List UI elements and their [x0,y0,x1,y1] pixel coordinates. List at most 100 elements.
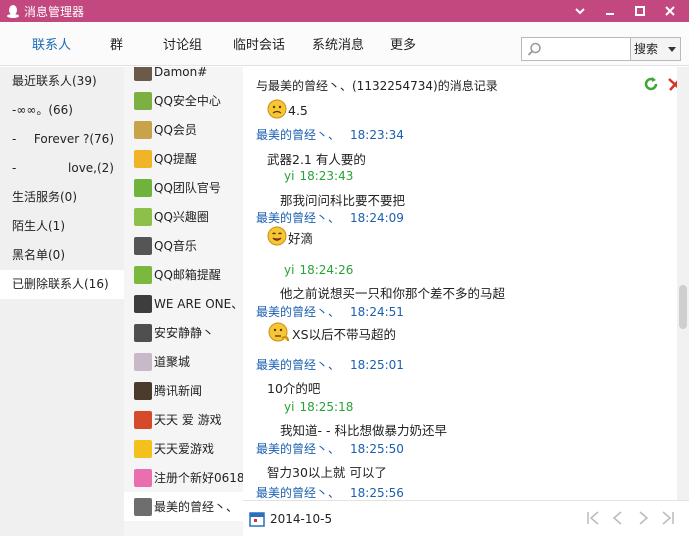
avatar [134,207,152,226]
contact-item[interactable]: 天天 爱 游戏 [124,405,243,434]
contact-item[interactable]: 道聚城 [124,347,243,376]
tab-discussions[interactable]: 讨论组 [163,22,202,66]
contact-name: 天天 爱 游戏 [154,413,222,427]
message-time: 18:24:51 [350,305,404,319]
contact-item[interactable]: 天天爱游戏 [124,434,243,463]
contact-name: Damon# [154,67,208,79]
avatar [134,236,152,255]
tab-temp-sessions[interactable]: 临时会话 [233,22,285,66]
avatar [134,381,152,400]
message-sender-header: 最美的曾经丶、 18:25:50 [256,440,404,457]
search-dropdown-button[interactable]: 搜索 [631,37,681,61]
message-body: 智力30以上就 可以了 [267,465,387,480]
think-emoji-icon [267,320,291,347]
category-group-2[interactable]: - Forever ?(76) [0,125,124,154]
message-body: 10介的吧 [267,381,321,396]
message-time: 18:25:18 [299,400,354,414]
contact-name: QQ邮箱提醒 [154,268,221,282]
category-list: 最近联系人(39) -∞∞。(66) - Forever ?(76) - love,… [0,67,124,536]
contact-name: QQ提醒 [154,152,197,166]
contact-name: 天天爱游戏 [154,442,215,456]
contact-item[interactable]: QQ团队官号 [124,173,243,202]
tab-system-messages[interactable]: 系统消息 [312,22,364,66]
prev-page-icon[interactable] [611,510,625,529]
record-date: 2014-10-5 [270,512,333,526]
tab-more[interactable]: 更多 [390,22,416,66]
sender-name: 最美的曾经丶、 [256,486,341,500]
contact-item[interactable]: 安安静静丶 [124,318,243,347]
scrollbar[interactable] [677,67,689,500]
contact-item[interactable]: 最美的曾经丶、 [124,492,243,521]
maximize-icon[interactable] [625,0,655,22]
tab-contacts[interactable]: 联系人 [32,22,71,66]
contact-name: QQ会员 [154,123,197,137]
message-time: 18:25:50 [350,442,404,456]
contact-name: 注册个新好0618 [154,471,243,485]
contact-item[interactable]: QQ安全中心 [124,86,243,115]
message-text: 好滴 [267,226,313,249]
restore-icon[interactable] [565,0,595,22]
sender-name: 最美的曾经丶、 [256,211,341,225]
contact-item[interactable]: 注册个新好0618 [124,463,243,492]
minimize-icon[interactable] [595,0,625,22]
message-time: 18:24:26 [299,263,354,277]
contact-item[interactable]: 腾讯新闻 [124,376,243,405]
avatar [134,323,152,342]
message-text: 4.5 [267,99,308,122]
category-life-services[interactable]: 生活服务(0) [0,183,124,212]
category-group-1[interactable]: -∞∞。(66) [0,96,124,125]
category-group-3[interactable]: - love,(2) [0,154,124,183]
message-body: 好滴 [288,231,314,246]
search-box [521,37,631,61]
contact-item[interactable]: QQ会员 [124,115,243,144]
message-body: 那我问问科比要不要把 [280,193,406,208]
message-text: 我知道- - 科比想做暴力奶还早 [280,420,447,439]
contact-item[interactable]: QQ音乐 [124,231,243,260]
message-record-title: 与最美的曾经丶、(1132254734)的消息记录 [256,79,498,93]
search-input[interactable] [546,40,628,58]
contact-name: WE ARE ONE、 [154,297,243,311]
message-text: 智力30以上就 可以了 [267,462,387,481]
avatar [134,120,152,139]
window-title: 消息管理器 [24,4,85,19]
avatar [134,468,152,487]
first-page-icon[interactable] [586,510,600,529]
next-page-icon[interactable] [636,510,650,529]
contact-item[interactable]: Damon# [124,67,243,86]
message-text: 他之前说想买一只和你那个差不多的马超 [280,283,505,302]
message-text: 武器2.1 有人要的 [267,149,366,168]
contact-name: 道聚城 [154,355,191,369]
search-icon [527,42,542,60]
category-label: -∞∞。(66) [12,103,73,117]
category-recent[interactable]: 最近联系人(39) [0,67,124,96]
category-label: 已删除联系人(16) [12,277,109,291]
category-blacklist[interactable]: 黑名单(0) [0,241,124,270]
contact-item[interactable]: QQ邮箱提醒 [124,260,243,289]
message-self-header: yi 18:24:26 [284,263,353,277]
category-label: - [12,132,17,146]
message-sender-header: 最美的曾经丶、 18:23:34 [256,126,404,143]
category-label-right: love,(2) [68,161,114,175]
category-label: 陌生人(1) [12,219,65,233]
category-label-right: Forever ?(76) [33,132,114,146]
contact-item[interactable]: QQ兴趣圈 [124,202,243,231]
contact-item[interactable]: WE ARE ONE、 [124,289,243,318]
avatar [134,91,152,110]
scrollbar-thumb[interactable] [679,285,687,329]
close-icon[interactable] [655,0,685,22]
contact-name: QQ团队官号 [154,181,221,195]
calendar-icon[interactable] [249,511,265,530]
last-page-icon[interactable] [661,510,675,529]
message-sender-header: 最美的曾经丶、 18:25:01 [256,356,404,373]
refresh-icon[interactable] [643,76,659,95]
sender-name: 最美的曾经丶、 [256,305,341,319]
avatar [134,294,152,313]
tab-groups[interactable]: 群 [110,22,123,66]
bottom-bar: 2014-10-5 [243,500,689,536]
avatar [134,178,152,197]
sad-emoji-icon [267,99,287,122]
category-deleted-contacts[interactable]: 已删除联系人(16) [0,270,124,299]
contact-item[interactable]: QQ提醒 [124,144,243,173]
avatar [134,439,152,458]
category-strangers[interactable]: 陌生人(1) [0,212,124,241]
